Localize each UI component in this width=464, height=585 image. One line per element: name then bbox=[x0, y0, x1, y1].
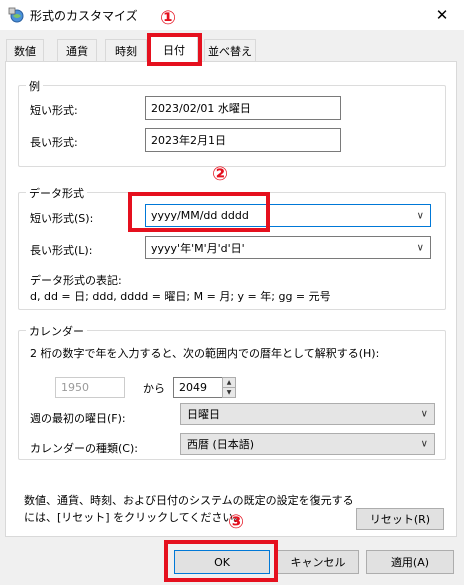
calendar-type-label: カレンダーの種類(C): bbox=[30, 442, 138, 455]
example-short-value: 2023/02/01 水曜日 bbox=[145, 96, 341, 120]
annotation-number-3: ③ bbox=[228, 511, 245, 533]
first-day-label: 週の最初の曜日(F): bbox=[30, 412, 126, 425]
annotation-number-2: ② bbox=[212, 163, 229, 185]
notation-text: d, dd = 日; ddd, dddd = 曜日; M = 月; y = 年;… bbox=[30, 290, 331, 303]
example-short-label: 短い形式: bbox=[30, 104, 78, 117]
first-day-dropdown[interactable]: 日曜日 ∨ bbox=[180, 403, 435, 425]
tab-sort[interactable]: 並べ替え bbox=[204, 39, 256, 61]
tab-number[interactable]: 数値 bbox=[6, 39, 44, 61]
reset-description-line1: 数値、通貨、時刻、および日付のシステムの既定の設定を復元する bbox=[24, 494, 354, 507]
apply-button[interactable]: 適用(A) bbox=[366, 550, 454, 574]
example-group-title: 例 bbox=[26, 78, 43, 94]
from-label: から bbox=[143, 382, 165, 395]
chevron-down-icon[interactable]: ∨ bbox=[417, 242, 424, 253]
calendar-group-title: カレンダー bbox=[26, 323, 87, 339]
year-to-field[interactable]: 2049 bbox=[173, 377, 224, 398]
two-digit-year-description: 2 桁の数字で年を入力すると、次の範囲内での暦年として解釈する(H): bbox=[30, 347, 380, 360]
annotation-number-1: ① bbox=[160, 7, 177, 29]
spin-down-icon[interactable]: ▼ bbox=[223, 388, 235, 397]
tab-currency[interactable]: 通貨 bbox=[57, 39, 97, 61]
calendar-type-value: 西暦 (日本語) bbox=[187, 438, 255, 451]
spin-up-icon[interactable]: ▲ bbox=[223, 378, 235, 388]
short-format-label: 短い形式(S): bbox=[30, 212, 94, 225]
region-settings-icon bbox=[8, 7, 24, 23]
cancel-button[interactable]: キャンセル bbox=[277, 550, 359, 574]
date-format-group-title: データ形式 bbox=[26, 185, 87, 201]
short-format-combobox[interactable]: yyyy/MM/dd dddd ∨ bbox=[145, 204, 431, 227]
reset-button[interactable]: リセット(R) bbox=[356, 508, 444, 530]
long-format-combobox[interactable]: yyyy'年'M'月'd'日' ∨ bbox=[145, 236, 431, 259]
example-long-value: 2023年2月1日 bbox=[145, 128, 341, 152]
title-bar: 形式のカスタマイズ ✕ bbox=[0, 0, 464, 30]
calendar-type-dropdown[interactable]: 西暦 (日本語) ∨ bbox=[180, 433, 435, 455]
first-day-value: 日曜日 bbox=[187, 408, 220, 421]
year-to-stepper[interactable]: ▲ ▼ bbox=[222, 377, 236, 398]
chevron-down-icon: ∨ bbox=[420, 408, 428, 420]
notation-title: データ形式の表記: bbox=[30, 274, 122, 287]
year-from-field: 1950 bbox=[55, 377, 125, 398]
short-format-value: yyyy/MM/dd dddd bbox=[151, 209, 249, 222]
window-title: 形式のカスタマイズ bbox=[30, 9, 138, 23]
close-icon: ✕ bbox=[435, 6, 449, 24]
long-format-value: yyyy'年'M'月'd'日' bbox=[151, 241, 245, 255]
example-long-label: 長い形式: bbox=[30, 136, 78, 149]
chevron-down-icon[interactable]: ∨ bbox=[417, 210, 424, 221]
chevron-down-icon: ∨ bbox=[420, 438, 428, 450]
ok-button[interactable]: OK bbox=[174, 550, 270, 574]
close-button[interactable]: ✕ bbox=[420, 0, 464, 30]
tab-time[interactable]: 時刻 bbox=[105, 39, 147, 61]
long-format-label: 長い形式(L): bbox=[30, 244, 93, 257]
tab-date[interactable]: 日付 bbox=[150, 36, 198, 62]
reset-description-line2: には、[リセット] をクリックしてください。 bbox=[24, 511, 245, 524]
